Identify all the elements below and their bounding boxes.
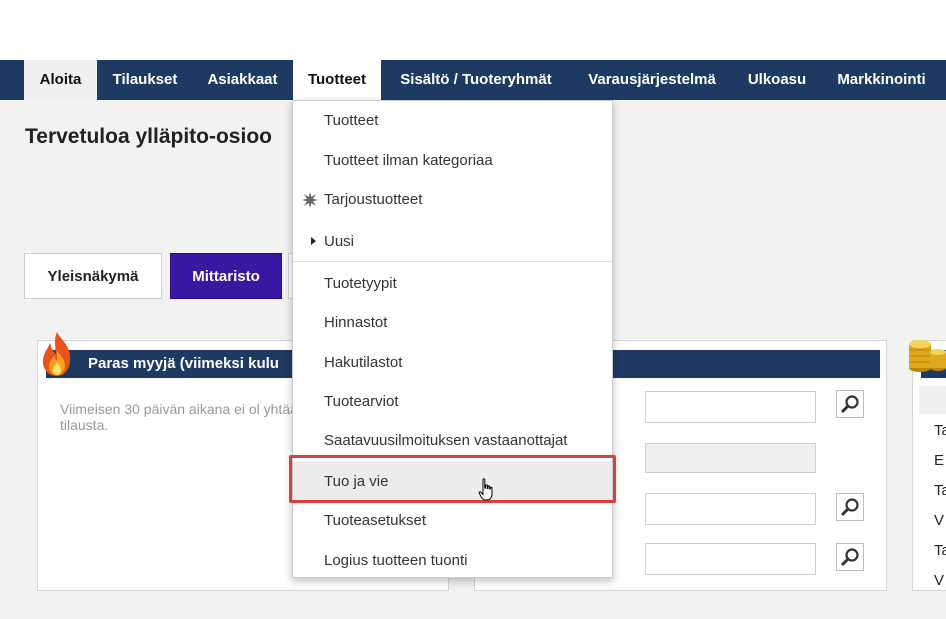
nav-item-varausjarjestelma[interactable]: Varausjärjestelmä — [571, 60, 733, 100]
menu-item-tuotetyypit[interactable]: Tuotetyypit — [293, 265, 612, 303]
nav-item-ulkoasu[interactable]: Ulkoasu — [734, 60, 820, 100]
menu-item-label: Hakutilastot — [324, 354, 403, 371]
sales-row-label: V — [934, 572, 945, 589]
sales-row-label: Ta — [934, 482, 946, 499]
magnifier-icon — [840, 548, 859, 567]
nav-item-aloita[interactable]: Aloita — [24, 60, 97, 100]
search-input-1[interactable] — [645, 391, 816, 423]
hand-cursor-icon — [478, 478, 493, 501]
menu-item-label: Saatavuusilmoituksen vastaanottajat — [324, 432, 568, 449]
search-input-3[interactable] — [645, 543, 816, 575]
menu-item-tuotteet[interactable]: Tuotteet — [293, 102, 612, 140]
readonly-field — [645, 443, 816, 473]
menu-item-uusi[interactable]: Uusi — [293, 223, 612, 261]
menu-item-label: Tuoteasetukset — [324, 512, 427, 529]
menu-item-tarjoustuotteet[interactable]: Tarjoustuotteet — [293, 181, 612, 219]
nav-item-tilaukset[interactable]: Tilaukset — [98, 60, 192, 100]
submenu-arrow-icon — [311, 237, 316, 245]
sales-row-label: Ta — [934, 422, 946, 439]
coins-icon — [909, 340, 946, 372]
menu-item-logius-tuonti[interactable]: Logius tuotteen tuonti — [293, 542, 612, 580]
menu-item-hakutilastot[interactable]: Hakutilastot — [293, 344, 612, 382]
starburst-icon — [302, 192, 318, 208]
menu-item-tuotteet-ilman-kategoriaa[interactable]: Tuotteet ilman kategoriaa — [293, 142, 612, 180]
products-dropdown-menu: Tuotteet Tuotteet ilman kategoriaa Tarjo… — [292, 100, 613, 578]
sales-row-label: Ta — [934, 542, 946, 559]
search-button-3[interactable] — [836, 543, 864, 571]
menu-item-label: Logius tuotteen tuonti — [324, 552, 468, 569]
highlight-annotation — [289, 455, 616, 503]
menu-item-label: Tuotearviot — [324, 393, 399, 410]
main-navbar: Aloita Tilaukset Asiakkaat Tuotteet Sisä… — [0, 60, 946, 100]
menu-item-label: Tuotteet — [324, 112, 379, 129]
search-button-2[interactable] — [836, 493, 864, 521]
nav-item-tuotteet[interactable]: Tuotteet — [293, 60, 381, 100]
magnifier-icon — [840, 395, 859, 414]
menu-item-label: Hinnastot — [324, 314, 388, 331]
nav-item-asiakkaat[interactable]: Asiakkaat — [193, 60, 292, 100]
magnifier-icon — [840, 498, 859, 517]
menu-item-label: Uusi — [324, 233, 355, 250]
tab-overview[interactable]: Yleisnäkymä — [24, 253, 162, 299]
menu-item-tuotearviot[interactable]: Tuotearviot — [293, 383, 612, 421]
menu-item-label: Tarjoustuotteet — [324, 191, 423, 208]
search-button-1[interactable] — [836, 390, 864, 418]
nav-item-sisalto[interactable]: Sisältö / Tuoteryhmät — [382, 60, 570, 100]
sales-row-label: V — [934, 512, 945, 529]
menu-item-tuoteasetukset[interactable]: Tuoteasetukset — [293, 502, 612, 540]
sales-row-label: E — [934, 452, 945, 469]
menu-divider — [293, 261, 612, 262]
menu-item-hinnastot[interactable]: Hinnastot — [293, 304, 612, 342]
page-title: Tervetuloa ylläpito-osioo — [25, 125, 272, 148]
menu-item-label: Tuotteet ilman kategoriaa — [324, 152, 493, 169]
fire-icon — [42, 332, 71, 376]
sales-table-header — [919, 386, 946, 414]
search-input-2[interactable] — [645, 493, 816, 525]
nav-item-markkinointi[interactable]: Markkinointi — [821, 60, 942, 100]
tab-dashboard[interactable]: Mittaristo — [170, 253, 282, 299]
menu-item-label: Tuotetyypit — [324, 275, 397, 292]
